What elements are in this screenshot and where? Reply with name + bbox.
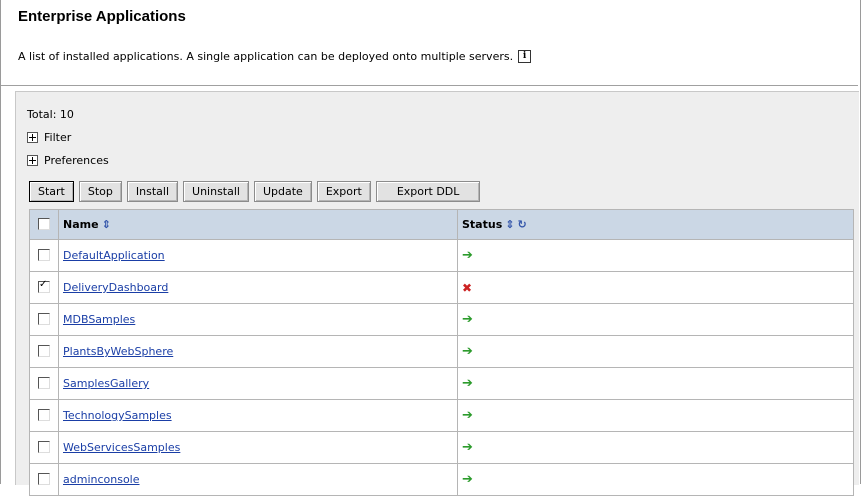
app-name-cell: MDBSamples [58, 303, 458, 336]
app-name-link[interactable]: SamplesGallery [63, 377, 149, 390]
green-arrow-icon: ➔ [462, 472, 473, 487]
uninstall-button[interactable]: Uninstall [183, 181, 249, 202]
filter-toggle[interactable]: Filter [27, 131, 71, 144]
status-cell: ➔ [457, 367, 854, 400]
preferences-label: Preferences [44, 154, 109, 167]
table-row: SamplesGallery ➔ [29, 367, 854, 400]
green-arrow-icon: ➔ [462, 344, 473, 359]
row-checkbox[interactable] [38, 409, 50, 421]
row-select-cell [29, 271, 59, 304]
row-select-cell [29, 303, 59, 336]
status-cell: ➔ [457, 399, 854, 432]
app-name-cell: adminconsole [58, 463, 458, 496]
app-name-cell: SamplesGallery [58, 367, 458, 400]
table-header-row: Name ⇕ Status ⇕ ↻ [29, 209, 854, 240]
app-name-cell: WebServicesSamples [58, 431, 458, 464]
status-header-label: Status [462, 218, 503, 231]
status-column-header: Status ⇕ ↻ [457, 209, 854, 240]
toolbar: Start Stop Install Uninstall Update Expo… [29, 181, 485, 202]
table-row: TechnologySamples ➔ [29, 399, 854, 432]
red-x-icon: ✖ [462, 280, 473, 295]
table-row: PlantsByWebSphere ➔ [29, 335, 854, 368]
table-row: DeliveryDashboard ✖ [29, 271, 854, 304]
expand-plus-icon [27, 155, 38, 166]
page-description: A list of installed applications. A sing… [18, 50, 532, 63]
app-name-link[interactable]: TechnologySamples [63, 409, 172, 422]
select-all-cell [29, 209, 59, 240]
export-button[interactable]: Export [316, 181, 371, 202]
table-row: adminconsole ➔ [29, 463, 854, 496]
refresh-icon[interactable]: ↻ [517, 218, 526, 231]
update-button[interactable]: Update [253, 181, 312, 202]
row-checkbox[interactable] [38, 313, 50, 325]
row-select-cell [29, 335, 59, 368]
info-icon[interactable]: i [518, 50, 532, 63]
status-cell: ➔ [457, 239, 854, 272]
table-row: MDBSamples ➔ [29, 303, 854, 336]
green-arrow-icon: ➔ [462, 440, 473, 455]
app-name-link[interactable]: DefaultApplication [63, 249, 165, 262]
filter-label: Filter [44, 131, 72, 144]
row-select-cell [29, 463, 59, 496]
app-name-cell: PlantsByWebSphere [58, 335, 458, 368]
green-arrow-icon: ➔ [462, 312, 473, 327]
status-cell: ✖ [457, 271, 854, 304]
divider [1, 85, 858, 86]
table-row: WebServicesSamples ➔ [29, 431, 854, 464]
page-title: Enterprise Applications [18, 8, 186, 25]
row-select-cell [29, 367, 59, 400]
row-checkbox[interactable] [38, 279, 50, 293]
row-select-cell [29, 239, 59, 272]
row-select-cell [29, 399, 59, 432]
app-name-cell: DefaultApplication [58, 239, 458, 272]
app-name-link[interactable]: DeliveryDashboard [63, 281, 168, 294]
app-name-link[interactable]: WebServicesSamples [63, 441, 180, 454]
app-name-cell: TechnologySamples [58, 399, 458, 432]
app-name-link[interactable]: MDBSamples [63, 313, 135, 326]
sort-arrows-icon[interactable]: ⇕ [505, 218, 514, 231]
page-description-text: A list of installed applications. A sing… [18, 50, 514, 63]
stop-button[interactable]: Stop [78, 181, 122, 202]
app-name-cell: DeliveryDashboard [58, 271, 458, 304]
row-select-cell [29, 431, 59, 464]
app-name-link[interactable]: adminconsole [63, 473, 140, 486]
name-column-header: Name ⇕ [58, 209, 458, 240]
row-checkbox[interactable] [38, 345, 50, 357]
install-button[interactable]: Install [126, 181, 179, 202]
row-checkbox[interactable] [38, 249, 50, 261]
sort-arrows-icon[interactable]: ⇕ [102, 218, 111, 231]
row-checkbox[interactable] [38, 441, 50, 453]
status-cell: ➔ [457, 431, 854, 464]
table-row: DefaultApplication ➔ [29, 239, 854, 272]
app-name-link[interactable]: PlantsByWebSphere [63, 345, 173, 358]
preferences-toggle[interactable]: Preferences [27, 154, 109, 167]
export-ddl-button[interactable]: Export DDL [375, 181, 481, 202]
green-arrow-icon: ➔ [462, 408, 473, 423]
start-button[interactable]: Start [29, 181, 74, 202]
total-count: Total: 10 [27, 108, 74, 121]
row-checkbox[interactable] [38, 473, 50, 485]
status-cell: ➔ [457, 335, 854, 368]
select-all-checkbox[interactable] [38, 218, 50, 230]
status-cell: ➔ [457, 303, 854, 336]
name-header-label: Name [63, 218, 99, 231]
status-cell: ➔ [457, 463, 854, 496]
expand-plus-icon [27, 132, 38, 143]
green-arrow-icon: ➔ [462, 376, 473, 391]
green-arrow-icon: ➔ [462, 248, 473, 263]
applications-table: Name⇕ Status⇕↻ DefaultApplication➔Delive… [29, 209, 854, 496]
row-checkbox[interactable] [38, 377, 50, 389]
